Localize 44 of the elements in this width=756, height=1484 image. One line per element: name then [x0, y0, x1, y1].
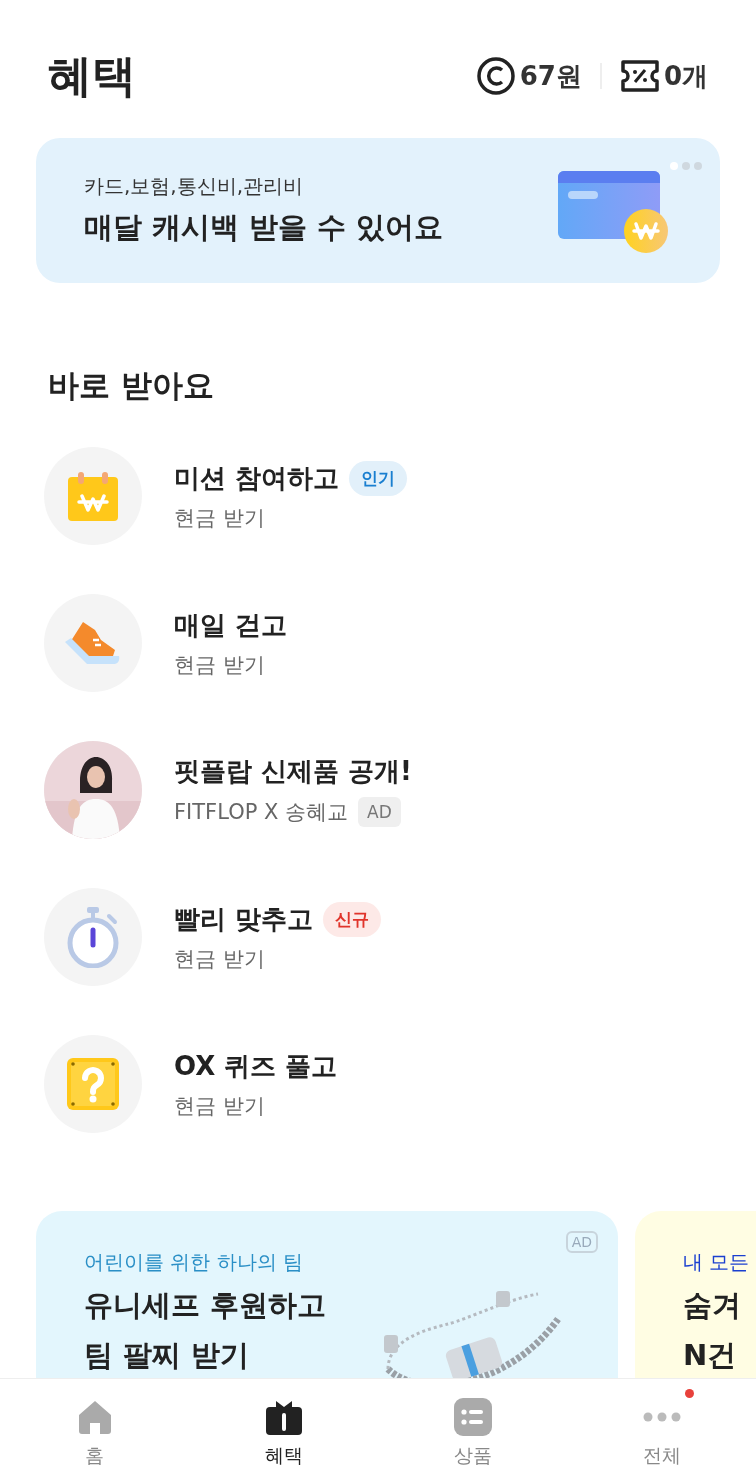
coin-icon: [475, 56, 516, 96]
item-subtitle: FITFLOP X 송혜교: [174, 798, 349, 826]
card-title: 유니세프 후원하고: [84, 1287, 327, 1324]
item-title: OX 퀴즈 풀고: [174, 1049, 338, 1083]
benefit-item[interactable]: OX 퀴즈 풀고 현금 받기: [44, 1035, 756, 1133]
item-title: 핏플랍 신제품 공개!: [174, 754, 412, 788]
item-subtitle: 현금 받기: [174, 651, 265, 679]
points-amount[interactable]: 67원: [519, 58, 582, 94]
card-title: 숨겨: [683, 1287, 742, 1324]
card-eyebrow: 내 모든: [683, 1249, 750, 1276]
item-subtitle: 현금 받기: [174, 1092, 265, 1120]
question-block-icon: [66, 1057, 120, 1111]
card-eyebrow: 어린이를 위한 하나의 팀: [84, 1249, 305, 1276]
coupon-count[interactable]: 0개: [663, 58, 708, 94]
list-icon: [452, 1397, 493, 1437]
promo-card[interactable]: 어린이를 위한 하나의 팀 유니세프 후원하고 팀 팔찌 받기 AD: [36, 1211, 618, 1378]
item-title: 미션 참여하고: [174, 461, 340, 495]
banner-subtitle: 카드,보험,통신비,관리비: [84, 173, 305, 200]
page-title: 혜택: [48, 48, 136, 103]
section-title: 바로 받아요: [48, 366, 215, 405]
benefit-item[interactable]: 빨리 맞추고 신규 현금 받기: [44, 888, 756, 986]
stopwatch-icon: [65, 906, 121, 968]
ad-label: AD: [565, 1231, 598, 1253]
nav-tab[interactable]: 전체: [567, 1379, 756, 1484]
nav-tab[interactable]: 혜택: [189, 1379, 378, 1484]
cashback-banner[interactable]: 카드,보험,통신비,관리비 매달 캐시백 받을 수 있어요: [36, 138, 720, 283]
nav-tab[interactable]: 홈: [0, 1379, 189, 1484]
tag: 인기: [349, 460, 408, 496]
item-title: 빨리 맞추고: [174, 902, 314, 936]
benefit-item[interactable]: 미션 참여하고 인기 현금 받기: [44, 447, 756, 545]
item-title: 매일 걷고: [174, 608, 288, 642]
calendar-icon: [67, 471, 119, 521]
item-subtitle: 현금 받기: [174, 504, 265, 532]
benefit-item[interactable]: 핏플랍 신제품 공개! FITFLOP X 송혜교 AD: [44, 741, 756, 839]
card-title: N건: [683, 1337, 738, 1374]
card-title: 팀 팔찌 받기: [84, 1337, 251, 1374]
promo-card[interactable]: 내 모든 숨겨 N건: [635, 1211, 756, 1378]
tag: 신규: [323, 901, 382, 937]
banner-title: 매달 캐시백 받을 수 있어요: [84, 209, 444, 246]
nav-tab[interactable]: 상품: [378, 1379, 567, 1484]
ad-label: AD: [358, 796, 401, 827]
item-subtitle: 현금 받기: [174, 945, 265, 973]
benefit-item[interactable]: 매일 걷고 현금 받기: [44, 594, 756, 692]
coupon-icon: [619, 59, 660, 93]
